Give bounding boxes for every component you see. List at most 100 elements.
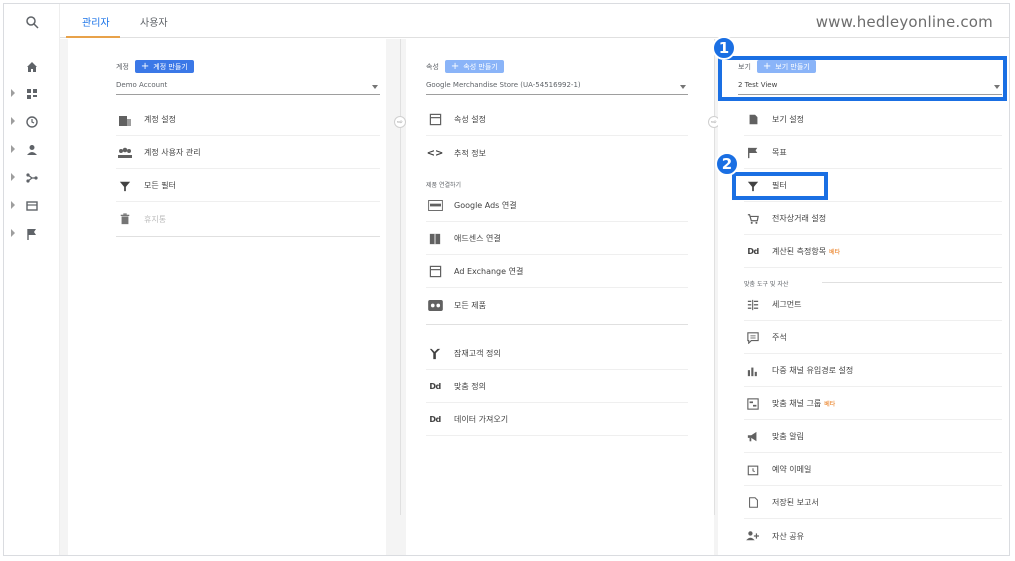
account-settings-item[interactable]: 계정 설정 bbox=[116, 104, 380, 136]
admin-main: 계정 + 계정 만들기 Demo Account 계정 설정 계정 사용자 관리 bbox=[60, 39, 1009, 555]
google-ads-link-item[interactable]: Google Ads 연결 bbox=[426, 190, 688, 222]
annotation-number-1: 1 bbox=[712, 36, 736, 60]
adsense-book-icon bbox=[426, 232, 444, 246]
audience-definitions-label: 잠재고객 정의 bbox=[454, 349, 501, 358]
create-property-label: 속성 만들기 bbox=[463, 62, 498, 71]
calculated-metrics-label: 계산된 측정항목 bbox=[772, 247, 827, 256]
account-user-mgmt-item[interactable]: 계정 사용자 관리 bbox=[116, 137, 380, 169]
ad-exchange-link-item[interactable]: Ad Exchange 연결 bbox=[426, 256, 688, 288]
plus-icon: + bbox=[140, 60, 150, 72]
data-import-item[interactable]: Dd 데이터 가져오기 bbox=[426, 404, 688, 436]
property-header: 속성 + 속성 만들기 bbox=[426, 60, 504, 73]
custom-channel-grouping-item[interactable]: 맞춤 채널 그룹 베타 bbox=[744, 388, 1002, 420]
trash-label: 휴지통 bbox=[144, 214, 167, 224]
divider bbox=[116, 236, 380, 237]
divider bbox=[822, 282, 1002, 283]
saved-reports-label: 저장된 보고서 bbox=[772, 498, 819, 507]
arrow-right-icon: ⇨ bbox=[394, 116, 406, 128]
plus-icon: + bbox=[450, 60, 460, 72]
search-icon[interactable] bbox=[4, 10, 60, 34]
alarm-clock-icon bbox=[744, 463, 762, 477]
account-user-mgmt-label: 계정 사용자 관리 bbox=[144, 148, 201, 157]
chevron-down-icon bbox=[680, 85, 686, 89]
create-account-button[interactable]: + 계정 만들기 bbox=[134, 60, 194, 73]
scheduled-emails-item[interactable]: 예약 이메일 bbox=[744, 454, 1002, 486]
saved-reports-item[interactable]: 저장된 보고서 bbox=[744, 487, 1002, 519]
code-brackets-icon: <> bbox=[426, 147, 444, 159]
realtime-clock-icon[interactable] bbox=[4, 110, 60, 134]
custom-alerts-label: 맞춤 알림 bbox=[772, 432, 804, 441]
column-divider bbox=[714, 39, 715, 515]
megaphone-icon bbox=[744, 430, 762, 444]
beta-badge: 베타 bbox=[824, 401, 836, 408]
tab-admin[interactable]: 관리자 bbox=[82, 14, 110, 29]
tracking-info-label: 추적 정보 bbox=[454, 148, 486, 158]
view-column: 보기 + 보기 만들기 2 Test View 보기 설정 목표 필터 전자상거… bbox=[718, 39, 1009, 555]
window-icon bbox=[426, 113, 444, 127]
behavior-icon[interactable] bbox=[4, 194, 60, 218]
beta-badge: 베타 bbox=[829, 249, 841, 256]
adsense-link-item[interactable]: 애드센스 연결 bbox=[426, 223, 688, 255]
ad-exchange-window-icon bbox=[426, 265, 444, 279]
scheduled-emails-label: 예약 이메일 bbox=[772, 465, 812, 474]
trash-item[interactable]: 휴지통 bbox=[116, 203, 380, 235]
account-settings-label: 계정 설정 bbox=[144, 115, 176, 124]
ecommerce-settings-item[interactable]: 전자상거래 설정 bbox=[744, 203, 1002, 235]
property-settings-label: 속성 설정 bbox=[454, 115, 486, 124]
property-selected: Google Merchandise Store (UA-54516992-1) bbox=[426, 81, 581, 89]
customization-icon[interactable] bbox=[4, 82, 60, 106]
property-settings-item[interactable]: 속성 설정 bbox=[426, 104, 688, 136]
annotation-box-view-selector bbox=[718, 56, 1007, 101]
ad-exchange-link-label: Ad Exchange 연결 bbox=[454, 267, 524, 276]
all-filters-item[interactable]: 모든 필터 bbox=[116, 170, 380, 202]
comment-icon bbox=[744, 331, 762, 345]
all-products-icon bbox=[426, 298, 444, 312]
conversions-flag-icon[interactable] bbox=[4, 222, 60, 246]
all-filters-label: 모든 필터 bbox=[144, 181, 176, 190]
acquisition-icon[interactable] bbox=[4, 166, 60, 190]
view-settings-item[interactable]: 보기 설정 bbox=[744, 104, 1002, 136]
chevron-down-icon bbox=[372, 85, 378, 89]
shopping-cart-icon bbox=[744, 212, 762, 226]
account-column: 계정 + 계정 만들기 Demo Account 계정 설정 계정 사용자 관리 bbox=[68, 39, 386, 555]
property-column: 속성 + 속성 만들기 Google Merchandise Store (UA… bbox=[406, 39, 714, 555]
custom-tools-heading: 맞춤 도구 및 자산 bbox=[744, 281, 789, 288]
active-tab-indicator bbox=[66, 36, 120, 38]
tab-user[interactable]: 사용자 bbox=[140, 14, 168, 29]
audience-person-icon[interactable] bbox=[4, 138, 60, 162]
building-icon bbox=[116, 113, 134, 127]
account-label: 계정 bbox=[116, 62, 129, 71]
custom-alerts-item[interactable]: 맞춤 알림 bbox=[744, 421, 1002, 453]
annotation-number-2: 2 bbox=[715, 152, 739, 176]
dd-icon: Dd bbox=[429, 415, 441, 424]
calculated-metrics-item[interactable]: Dd 계산된 측정항목 베타 bbox=[744, 236, 1002, 268]
segments-icon bbox=[744, 298, 762, 312]
share-assets-item[interactable]: 자산 공유 bbox=[744, 520, 1002, 552]
tracking-info-item[interactable]: <> 추적 정보 bbox=[426, 137, 688, 169]
audience-definitions-item[interactable]: 잠재고객 정의 bbox=[426, 338, 688, 370]
property-selector[interactable]: Google Merchandise Store (UA-54516992-1) bbox=[426, 81, 688, 95]
app-frame: 관리자 사용자 www.hedleyonline.com 계정 + 계정 만들기… bbox=[3, 3, 1010, 556]
share-assets-label: 자산 공유 bbox=[772, 531, 804, 541]
ads-card-icon bbox=[426, 199, 444, 213]
custom-definitions-label: 맞춤 정의 bbox=[454, 382, 486, 391]
create-property-button[interactable]: + 속성 만들기 bbox=[444, 60, 504, 73]
goals-item[interactable]: 목표 bbox=[744, 137, 1002, 169]
goal-flag-icon bbox=[744, 146, 762, 160]
segments-item[interactable]: 세그먼트 bbox=[744, 289, 1002, 321]
dd-icon: Dd bbox=[747, 247, 759, 256]
watermark: www.hedleyonline.com bbox=[815, 13, 993, 31]
audience-fork-icon bbox=[426, 347, 444, 361]
annotations-item[interactable]: 주석 bbox=[744, 322, 1002, 354]
account-header: 계정 + 계정 만들기 bbox=[116, 60, 194, 73]
account-selector[interactable]: Demo Account bbox=[116, 81, 380, 95]
all-products-item[interactable]: 모든 제품 bbox=[426, 289, 688, 321]
channel-grouping-icon bbox=[744, 397, 762, 411]
users-group-icon bbox=[116, 146, 134, 160]
segments-label: 세그먼트 bbox=[772, 300, 802, 309]
mcf-settings-item[interactable]: 다중 채널 유입경로 설정 bbox=[744, 355, 1002, 387]
person-add-icon bbox=[744, 529, 762, 543]
home-icon[interactable] bbox=[4, 55, 60, 79]
custom-definitions-item[interactable]: Dd 맞춤 정의 bbox=[426, 371, 688, 403]
bar-chart-icon bbox=[744, 364, 762, 378]
